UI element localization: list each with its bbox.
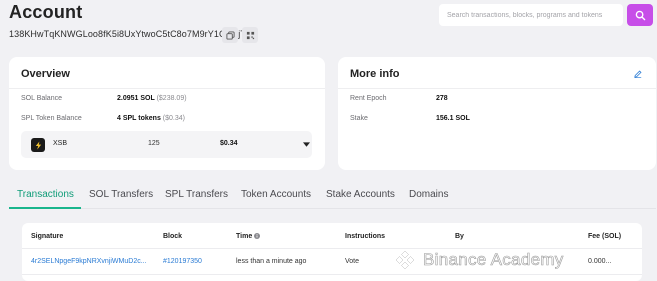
more-info-title: More info <box>350 68 400 80</box>
transaction-time: less than a minute ago <box>236 258 307 265</box>
transaction-signature-link[interactable]: 4r2SELNpgeF9kpNRXvnjiWMuD2c... <box>31 258 147 265</box>
lightning-icon <box>35 140 41 150</box>
active-tab-indicator <box>9 207 81 209</box>
spl-token-count: 4 SPL tokens <box>117 115 161 122</box>
caret-down-icon[interactable] <box>303 142 310 147</box>
transaction-instructions: Vote <box>345 258 360 265</box>
rent-epoch-label: Rent Epoch <box>350 95 387 102</box>
watermark-text: Binance Academy <box>423 250 564 270</box>
qr-code-button[interactable] <box>242 27 258 43</box>
search-icon <box>635 10 645 20</box>
spl-token-usd: ($0.34) <box>162 115 185 122</box>
sol-balance-value: 2.0951 SOL ($238.09) <box>117 95 187 102</box>
search-box <box>439 4 623 27</box>
account-address: 138KHwTqKNWGLoo8fK5i8UxYtwoC5tC8o7M9rY1C… <box>9 29 246 39</box>
spl-token-balance-label: SPL Token Balance <box>21 115 82 122</box>
token-logo <box>31 138 45 152</box>
sol-balance-label: SOL Balance <box>21 95 62 102</box>
tab-domains[interactable]: Domains <box>409 189 448 200</box>
stake-value: 156.1 SOL <box>436 115 470 122</box>
tab-spl-transfers[interactable]: SPL Transfers <box>165 189 228 200</box>
stake-label: Stake <box>350 115 368 122</box>
search-button[interactable] <box>627 4 653 26</box>
info-icon[interactable] <box>254 233 261 239</box>
qr-code-icon <box>246 31 254 39</box>
copy-address-button[interactable] <box>222 27 238 43</box>
column-header-by: By <box>455 233 464 240</box>
overview-title: Overview <box>21 68 70 80</box>
transaction-fee: 0.000... <box>588 258 612 265</box>
tab-sol-transfers[interactable]: SOL Transfers <box>89 189 153 200</box>
page-title: Account <box>9 2 83 22</box>
copy-icon <box>225 30 235 40</box>
overview-card: Overview SOL Balance 2.0951 SOL ($238.09… <box>9 57 325 170</box>
tab-token-accounts[interactable]: Token Accounts <box>241 189 311 200</box>
binance-logo-icon <box>394 249 416 271</box>
account-tabs: Transactions SOL Transfers SPL Transfers… <box>9 183 656 209</box>
token-dropdown[interactable]: XSB 125 $0.34 <box>21 131 312 158</box>
account-page: Account 138KHwTqKNWGLoo8fK5i8UxYtwoC5tC8… <box>0 0 657 281</box>
search-input[interactable] <box>439 4 623 27</box>
tab-stake-accounts[interactable]: Stake Accounts <box>326 189 395 200</box>
column-header-block: Block <box>163 233 183 240</box>
time-header-label: Time <box>236 233 253 240</box>
column-header-fee: Fee (SOL) <box>588 233 622 240</box>
token-amount: 125 <box>148 140 160 147</box>
column-header-signature: Signature <box>31 233 64 240</box>
token-symbol: XSB <box>53 140 68 147</box>
spl-token-balance-value: 4 SPL tokens ($0.34) <box>117 115 185 122</box>
tab-transactions[interactable]: Transactions <box>17 189 74 200</box>
transaction-block-link[interactable]: #120197350 <box>163 258 202 265</box>
sol-balance-amount: 2.0951 SOL <box>117 95 155 102</box>
more-info-card: More info Rent Epoch 278 Stake 156.1 SOL <box>338 57 656 170</box>
token-value: $0.34 <box>220 140 238 147</box>
binance-academy-watermark: Binance Academy <box>393 248 564 272</box>
sol-balance-usd: ($238.09) <box>156 95 187 102</box>
column-header-instructions: Instructions <box>345 233 386 240</box>
divider <box>9 88 325 89</box>
table-row-divider <box>22 274 642 275</box>
rent-epoch-value: 278 <box>436 95 448 102</box>
divider <box>338 88 656 89</box>
pencil-icon[interactable] <box>634 70 642 78</box>
tabs-divider <box>9 208 656 209</box>
column-header-time: Time <box>236 233 261 240</box>
